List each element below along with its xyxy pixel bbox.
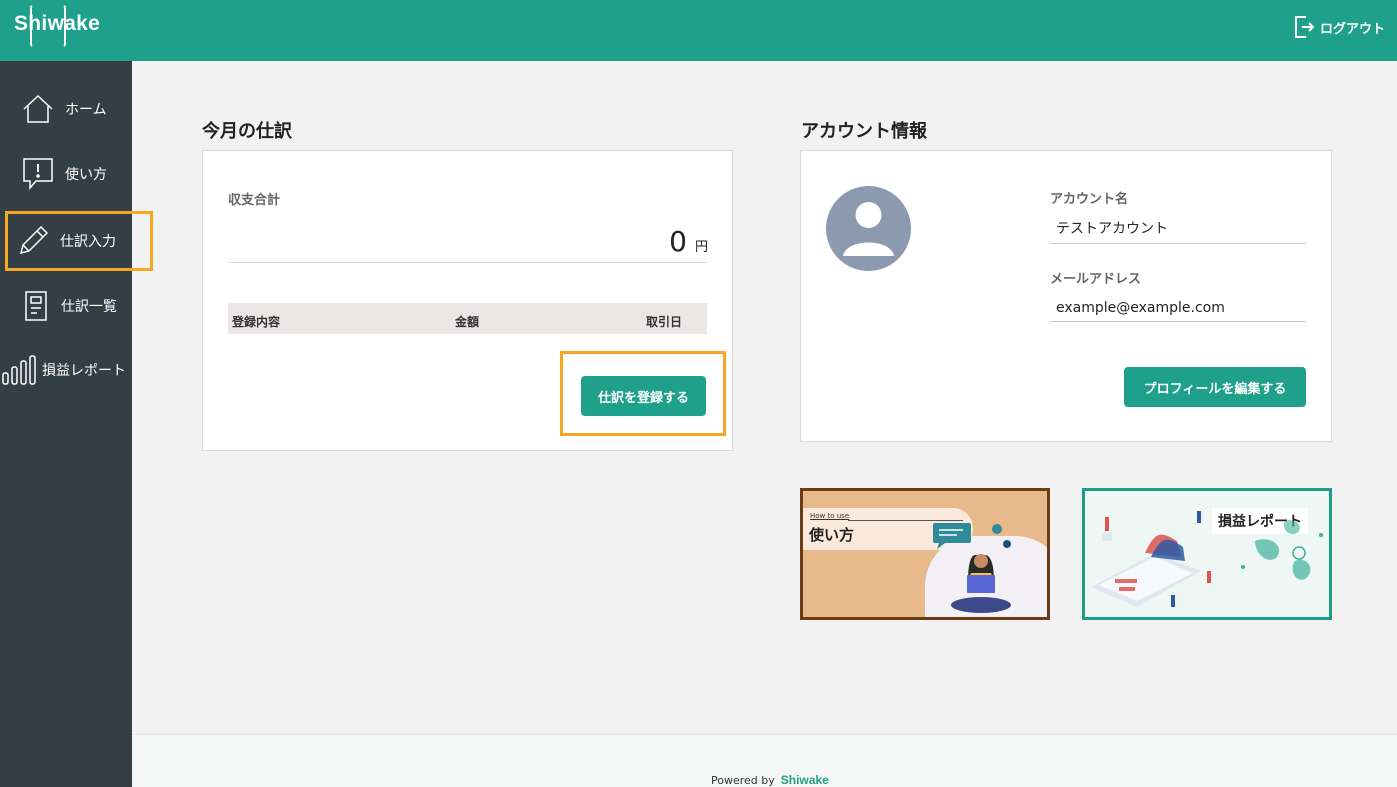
logo-mark-icon [30,4,66,48]
logout-button[interactable]: ログアウト [1294,15,1385,39]
logout-label: ログアウト [1319,21,1385,37]
sidebar-item-label: 損益レポート [42,363,126,379]
column-header-content[interactable]: 登録内容 [232,313,280,330]
account-name-label: アカウント名 [1050,192,1129,207]
total-label: 収支合計 [228,193,281,208]
howto-banner[interactable]: How to use 使い方 [800,488,1050,620]
pl-report-banner[interactable]: 損益レポート [1082,488,1332,620]
help-bubble-icon [21,157,55,191]
sidebar-item-label: 仕訳入力 [60,234,116,250]
total-value: 0 [669,225,687,258]
avatar [826,186,911,271]
person-laptop-illustration [933,523,1011,613]
list-doc-icon [19,289,53,323]
sidebar-item-journal-entry[interactable]: 仕訳入力 [5,211,153,271]
journal-table-header: 登録内容 金額 取引日 [228,303,707,334]
pencil-icon [16,224,50,258]
sidebar-item-journal-list[interactable]: 仕訳一覧 [0,278,132,334]
sidebar-item-howto[interactable]: 使い方 [0,146,132,202]
journal-section-title: 今月の仕訳 [202,121,292,142]
home-icon [21,92,55,126]
report-dashboard-illustration [1091,511,1323,607]
account-card: アカウント名 テストアカウント メールアドレス example@example.… [800,150,1332,442]
total-unit: 円 [694,240,708,255]
total-amount: 0 円 [669,225,708,258]
main-content: 今月の仕訳 収支合計 0 円 登録内容 金額 取引日 仕訳を登録する アカウント… [132,61,1397,734]
sidebar-item-label: ホーム [65,102,107,118]
howto-title: 使い方 [809,526,855,544]
user-icon [843,202,894,256]
account-name-value: テストアカウント [1050,218,1306,244]
divider [228,262,707,263]
email-value: example@example.com [1050,300,1306,322]
sidebar-item-label: 使い方 [65,167,107,183]
top-header: Shiwake ログアウト [0,0,1397,61]
account-section-title: アカウント情報 [801,121,927,142]
column-header-date[interactable]: 取引日 [646,313,682,330]
footer-logo[interactable]: Shiwake [781,773,829,787]
howto-small-text: How to use [810,512,850,520]
logout-icon [1294,16,1314,38]
bar-chart-icon [2,353,36,387]
sidebar-item-pl-report[interactable]: 損益レポート [0,342,132,398]
highlight-box [560,351,726,436]
footer-credit: Powered by Shiwake [711,773,829,787]
sidebar-item-label: 仕訳一覧 [61,299,117,315]
edit-profile-button[interactable]: プロフィールを編集する [1124,367,1306,407]
powered-by-text: Powered by [711,773,775,787]
column-header-amount[interactable]: 金額 [455,313,479,330]
sidebar: ホーム 使い方 仕訳入力 仕訳一覧 損益レポート [0,61,153,787]
footer: Powered by Shiwake [132,734,1397,787]
sidebar-item-home[interactable]: ホーム [0,81,132,137]
email-label: メールアドレス [1050,272,1142,287]
